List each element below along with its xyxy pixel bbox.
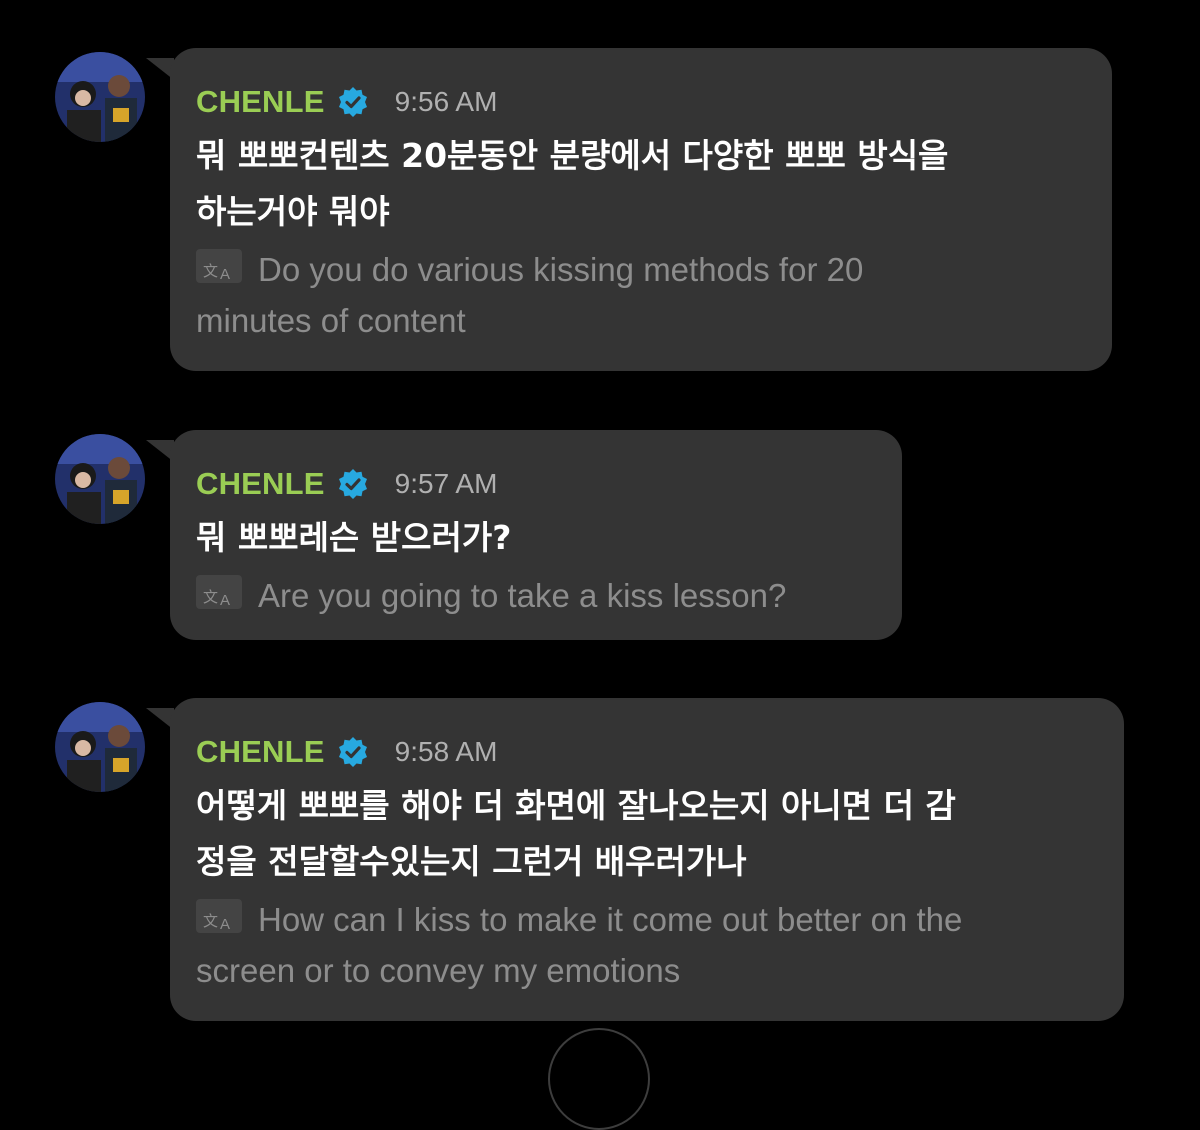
message-header: CHENLE 9:57 AM (196, 464, 876, 504)
avatar-photo-icon (55, 52, 145, 142)
message-time: 9:58 AM (394, 736, 498, 767)
avatar[interactable] (55, 52, 145, 142)
translation-row: 文 A Are you going to take a kiss lesson? (196, 570, 876, 621)
translation-text: Do you do various kissing methods for 20… (196, 251, 864, 339)
message-text: 어떻게 뽀뽀를 해야 더 화면에 잘나오는지 아니면 더 감 정을 전달할수있는… (196, 786, 956, 881)
avatar[interactable] (55, 702, 145, 792)
message-bubble[interactable]: CHENLE 9:56 AM 뭐 뽀뽀컨텐츠 20분동안 분량에서 다양한 뽀뽀… (170, 48, 1112, 371)
verified-badge-icon (337, 468, 369, 500)
message-text: 뭐 뽀뽀컨텐츠 20분동안 분량에서 다양한 뽀뽀 방식을 하는거야 뭐야 (196, 136, 949, 231)
message-bubble[interactable]: CHENLE 9:57 AM 뭐 뽀뽀레슨 받으러가? 文 A Are you go… (170, 430, 902, 640)
avatar-photo-icon (55, 434, 145, 524)
message-header: CHENLE 9:56 AM (196, 82, 1086, 122)
message-text: 뭐 뽀뽀레슨 받으러가? (196, 518, 512, 557)
translation-row: 文 A How can I kiss to make it come out bet… (196, 894, 1098, 996)
verified-badge-icon (337, 736, 369, 768)
svg-text:A: A (220, 592, 230, 609)
svg-text:文: 文 (203, 262, 218, 280)
verified-badge-icon (337, 86, 369, 118)
sender-name[interactable]: CHENLE (196, 84, 325, 120)
translation-row: 文 A Do you do various kissing methods for … (196, 244, 1086, 346)
svg-text:文: 文 (203, 912, 218, 930)
svg-text:文: 文 (203, 588, 218, 606)
svg-text:A: A (220, 916, 230, 933)
avatar[interactable] (55, 434, 145, 524)
scroll-button[interactable] (548, 1028, 650, 1130)
translation-text: Are you going to take a kiss lesson? (258, 577, 787, 614)
translate-icon[interactable]: 文A (196, 575, 242, 609)
message-header: CHENLE 9:58 AM (196, 732, 1098, 772)
message-time: 9:56 AM (394, 86, 498, 117)
message-time: 9:57 AM (394, 468, 498, 499)
svg-text:A: A (220, 266, 230, 283)
translation-text: How can I kiss to make it come out bette… (196, 901, 963, 989)
avatar-photo-icon (55, 702, 145, 792)
translate-icon[interactable]: 文A (196, 899, 242, 933)
translate-icon[interactable]: 文A (196, 249, 242, 283)
sender-name[interactable]: CHENLE (196, 734, 325, 770)
message-bubble[interactable]: CHENLE 9:58 AM 어떻게 뽀뽀를 해야 더 화면에 잘나오는지 아니… (170, 698, 1124, 1021)
sender-name[interactable]: CHENLE (196, 466, 325, 502)
